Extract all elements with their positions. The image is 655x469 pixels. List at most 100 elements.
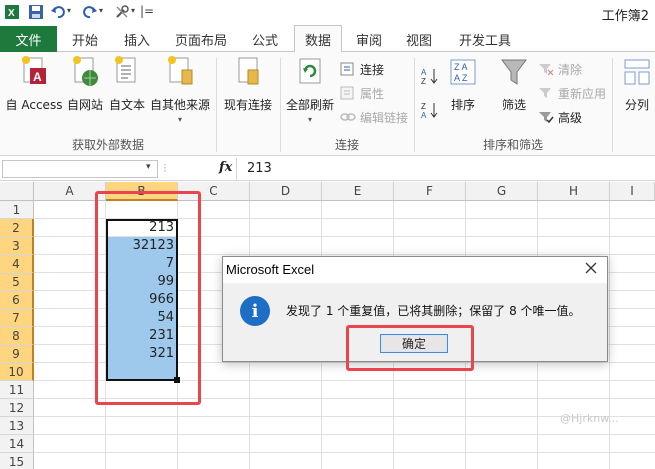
undo-dropdown-icon[interactable]: ▾	[67, 6, 71, 15]
row-header[interactable]: 15	[0, 453, 34, 469]
name-box-dropdown-icon[interactable]: ▾	[146, 162, 151, 172]
reapply-filter-button[interactable]: 重新应用	[538, 84, 606, 102]
properties-icon	[340, 86, 356, 100]
text-file-icon	[113, 56, 141, 88]
from-other-sources-button[interactable]: 自其他来源 ▾	[148, 56, 212, 124]
from-text-button[interactable]: 自文本	[106, 56, 148, 116]
existing-connections-button[interactable]: 现有连接	[220, 56, 276, 116]
connections-icon	[340, 62, 356, 76]
row-header[interactable]: 5	[0, 273, 34, 291]
column-header-f[interactable]: F	[394, 182, 466, 201]
row-header[interactable]: 7	[0, 309, 34, 327]
link-icon	[340, 110, 356, 124]
edit-links-button[interactable]: 编辑链接	[340, 108, 408, 126]
existing-connections-icon	[234, 56, 262, 88]
split-columns-icon	[623, 56, 651, 88]
column-header-e[interactable]: E	[322, 182, 394, 201]
row-header[interactable]: 4	[0, 255, 34, 273]
customize-qat-icon[interactable]: |=	[140, 4, 154, 18]
sort-ascending-icon[interactable]: AZ	[420, 66, 440, 86]
other-sources-icon	[166, 56, 194, 88]
redo-dropdown-icon[interactable]: ▾	[99, 6, 103, 15]
grid-line	[34, 434, 655, 435]
refresh-icon	[296, 56, 324, 88]
sort-button[interactable]: Z AA Z 排序	[446, 56, 480, 116]
row-header[interactable]: 13	[0, 417, 34, 435]
svg-text:X: X	[8, 8, 15, 19]
group-divider	[280, 58, 281, 152]
annotation-highlight-column	[95, 191, 201, 405]
annotation-highlight-ok	[346, 325, 474, 371]
other-sources-dropdown-icon: ▾	[177, 115, 182, 124]
tab-home[interactable]: 开始	[62, 26, 108, 52]
funnel-icon	[500, 56, 528, 88]
tools-dropdown-icon[interactable]: ▾	[131, 6, 135, 15]
undo-icon[interactable]	[50, 4, 66, 20]
formula-bar-divider-icon: ⁝	[163, 161, 167, 175]
tab-formulas[interactable]: 公式	[244, 26, 286, 52]
column-header-d[interactable]: D	[250, 182, 322, 201]
properties-button[interactable]: 属性	[340, 84, 384, 102]
tab-page-layout[interactable]: 页面布局	[168, 26, 234, 52]
name-box[interactable]	[2, 160, 158, 178]
tab-insert[interactable]: 插入	[114, 26, 160, 52]
group-label-get-external: 获取外部数据	[71, 138, 144, 152]
svg-text:A Z: A Z	[454, 73, 468, 83]
row-header[interactable]: 6	[0, 291, 34, 309]
row-header[interactable]: 11	[0, 381, 34, 399]
svg-text:Z: Z	[421, 77, 426, 86]
svg-text:A: A	[421, 68, 427, 77]
tab-review[interactable]: 审阅	[348, 26, 390, 52]
from-web-button[interactable]: 自网站	[64, 56, 106, 116]
reapply-filter-icon	[538, 86, 554, 100]
group-divider	[216, 58, 217, 152]
svg-text:A: A	[33, 70, 42, 84]
clear-filter-button[interactable]: 清除	[538, 60, 582, 78]
info-icon: i	[240, 296, 270, 326]
access-db-icon: A	[20, 56, 48, 88]
insert-function-icon[interactable]: fx	[219, 160, 232, 175]
row-header[interactable]: 12	[0, 399, 34, 417]
grid-line	[34, 452, 655, 453]
svg-text:A: A	[421, 111, 427, 120]
excel-app-icon[interactable]: X	[4, 4, 20, 20]
column-header-g[interactable]: G	[466, 182, 538, 201]
save-icon[interactable]	[28, 4, 44, 20]
close-icon[interactable]	[583, 260, 599, 276]
row-header[interactable]: 2	[0, 219, 34, 237]
advanced-filter-button[interactable]: 高级	[538, 108, 582, 126]
watermark: @Hjrknw...	[560, 412, 619, 425]
row-header[interactable]: 1	[0, 201, 34, 219]
select-all-corner[interactable]	[0, 182, 34, 201]
web-globe-icon	[71, 56, 99, 88]
group-divider	[414, 58, 415, 152]
from-access-button[interactable]: A 自 Access	[4, 56, 64, 116]
grid-line	[609, 201, 610, 469]
tools-icon[interactable]	[114, 4, 130, 20]
text-to-columns-button[interactable]: 分列	[618, 56, 655, 116]
group-divider	[612, 58, 613, 152]
column-header-i[interactable]: I	[610, 182, 655, 201]
tab-developer[interactable]: 开发工具	[452, 26, 518, 52]
connections-button[interactable]: 连接	[340, 60, 384, 78]
formula-input[interactable]: 213	[236, 158, 655, 180]
group-label-sort-filter: 排序和筛选	[482, 138, 543, 152]
tab-view[interactable]: 视图	[398, 26, 440, 52]
row-header[interactable]: 9	[0, 345, 34, 363]
tab-file[interactable]: 文件	[0, 26, 57, 52]
redo-icon[interactable]	[82, 4, 98, 20]
sort-descending-icon[interactable]: ZA	[420, 100, 440, 120]
row-header[interactable]: 10	[0, 363, 34, 381]
advanced-filter-icon	[538, 110, 554, 124]
refresh-dropdown-icon: ▾	[307, 115, 312, 124]
row-header[interactable]: 3	[0, 237, 34, 255]
dialog-title: Microsoft Excel	[226, 262, 315, 277]
row-header[interactable]: 14	[0, 435, 34, 453]
filter-button[interactable]: 筛选	[496, 56, 532, 116]
refresh-all-button[interactable]: 全部刷新 ▾	[284, 56, 336, 124]
row-header[interactable]: 8	[0, 327, 34, 345]
tab-data[interactable]: 数据	[294, 25, 342, 53]
column-header-h[interactable]: H	[538, 182, 610, 201]
group-label-connections: 连接	[334, 138, 359, 152]
svg-text:Z A: Z A	[454, 62, 468, 72]
